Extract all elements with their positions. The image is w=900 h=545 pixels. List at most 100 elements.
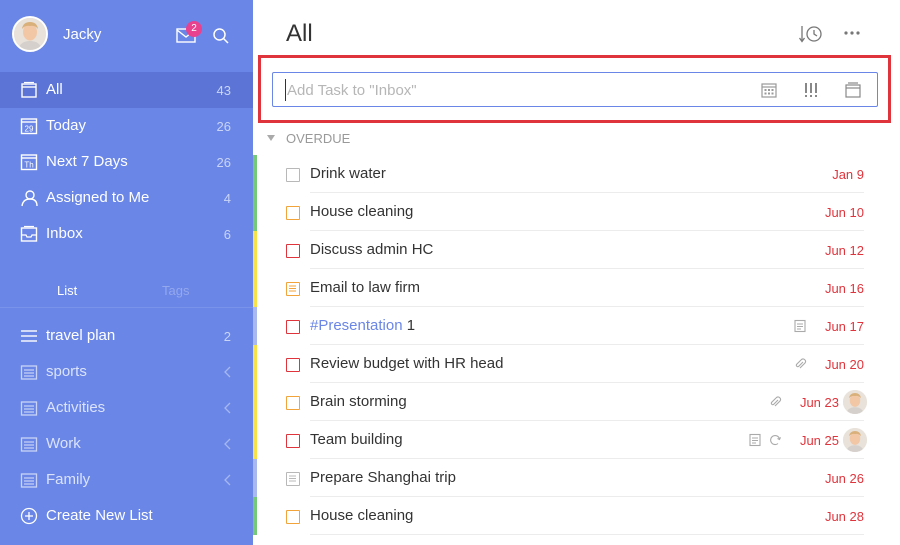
calendar-29-icon: 29: [20, 118, 38, 135]
task-title-text: Review budget with HR head: [310, 355, 504, 372]
task-tag[interactable]: #Presentation: [310, 317, 403, 334]
checklist-checkbox[interactable]: [286, 472, 300, 486]
nav-item-count: 6: [223, 227, 231, 242]
folder-icon: [20, 401, 38, 416]
task-checkbox[interactable]: [286, 434, 300, 448]
task-row[interactable]: Prepare Shanghai trip Jun 26: [253, 459, 900, 497]
nav-item-count: 43: [216, 83, 231, 98]
page-title: All: [286, 20, 313, 47]
list-folder-activities[interactable]: Activities: [0, 390, 253, 426]
tab-list[interactable]: List: [57, 283, 77, 298]
user-name[interactable]: Jacky: [63, 26, 101, 43]
list-color-bar: [253, 307, 257, 345]
move-to-list-icon[interactable]: [844, 81, 862, 99]
task-title[interactable]: Discuss admin HC: [310, 241, 433, 258]
task-title[interactable]: Brain storming: [310, 393, 407, 410]
list-item-label: travel plan: [46, 327, 116, 344]
task-checkbox[interactable]: [286, 244, 300, 258]
more-options-icon[interactable]: [843, 30, 861, 36]
tab-tags[interactable]: Tags: [162, 283, 189, 298]
chevron-left-icon[interactable]: [223, 438, 231, 450]
task-row[interactable]: Team building Jun 25: [253, 421, 900, 459]
task-title-text: Prepare Shanghai trip: [310, 469, 456, 486]
list-color-bar: [253, 421, 257, 459]
list-item-label: sports: [46, 363, 87, 380]
task-checkbox[interactable]: [286, 168, 300, 182]
task-row[interactable]: House cleaning Jun 28: [253, 497, 900, 535]
task-title[interactable]: Prepare Shanghai trip: [310, 469, 456, 486]
task-checkbox[interactable]: [286, 396, 300, 410]
nav-item-assigned-to-me[interactable]: Assigned to Me 4: [0, 180, 253, 216]
task-title-text: Discuss admin HC: [310, 241, 434, 258]
task-title[interactable]: Team building: [310, 431, 403, 448]
due-date-icon[interactable]: [760, 81, 778, 99]
search-icon[interactable]: [212, 27, 230, 45]
task-row[interactable]: Review budget with HR head Jun 20: [253, 345, 900, 383]
task-checkbox[interactable]: [286, 358, 300, 372]
list-color-bar: [253, 383, 257, 421]
task-title-text: Brain storming: [310, 393, 407, 410]
task-row[interactable]: House cleaning Jun 10: [253, 193, 900, 231]
priority-icon[interactable]: [802, 81, 820, 99]
nav-item-all[interactable]: All 43: [0, 72, 253, 108]
list-color-bar: [253, 345, 257, 383]
task-due-date: Jan 9: [832, 167, 864, 182]
nav-item-today[interactable]: 29 Today 26: [0, 108, 253, 144]
task-title-text: Team building: [310, 431, 403, 448]
checklist-checkbox[interactable]: [286, 282, 300, 296]
nav-item-count: 26: [216, 155, 231, 170]
list-folder-work[interactable]: Work: [0, 426, 253, 462]
list-item-label: Family: [46, 471, 91, 488]
task-row[interactable]: Drink water Jan 9: [253, 155, 900, 193]
add-task-input[interactable]: [285, 79, 745, 101]
collapse-triangle-icon[interactable]: [267, 135, 275, 141]
list-item-count: 2: [223, 329, 231, 344]
chevron-left-icon[interactable]: [223, 366, 231, 378]
task-checkbox[interactable]: [286, 510, 300, 524]
task-row[interactable]: Brain storming Jun 23: [253, 383, 900, 421]
chevron-left-icon[interactable]: [223, 402, 231, 414]
add-task-field[interactable]: [272, 72, 878, 107]
folder-icon: [20, 437, 38, 452]
nav-item-count: 4: [223, 191, 231, 206]
task-title[interactable]: House cleaning: [310, 507, 413, 524]
task-row[interactable]: #Presentation 1 Jun 17: [253, 307, 900, 345]
sort-by-date-icon[interactable]: [799, 24, 823, 44]
list-folder-sports[interactable]: sports: [0, 354, 253, 390]
chevron-left-icon[interactable]: [223, 474, 231, 486]
task-title[interactable]: Email to law firm: [310, 279, 420, 296]
task-due-date: Jun 20: [824, 357, 864, 372]
task-checkbox[interactable]: [286, 320, 300, 334]
list-folder-family[interactable]: Family: [0, 462, 253, 498]
task-title[interactable]: Review budget with HR head: [310, 355, 503, 372]
task-due-date: Jun 25: [799, 433, 839, 448]
assignee-avatar[interactable]: [843, 428, 867, 452]
create-new-list-label: Create New List: [46, 507, 153, 524]
task-title[interactable]: #Presentation 1: [310, 317, 415, 334]
task-title-text: 1: [402, 317, 416, 334]
note-icon: [793, 319, 807, 333]
user-avatar[interactable]: [12, 16, 48, 52]
create-new-list-button[interactable]: Create New List: [0, 498, 253, 534]
list-item-travel-plan[interactable]: travel plan 2: [0, 318, 253, 354]
list-lines-icon: [21, 330, 37, 342]
task-title[interactable]: House cleaning: [310, 203, 413, 220]
task-row[interactable]: Email to law firm Jun 16: [253, 269, 900, 307]
task-title-text: Drink water: [310, 165, 386, 182]
nav-item-label: Today: [46, 117, 87, 134]
svg-text:Th: Th: [24, 161, 33, 170]
task-title[interactable]: Drink water: [310, 165, 386, 182]
attachment-icon: [793, 357, 807, 371]
task-checkbox[interactable]: [286, 206, 300, 220]
nav-item-inbox[interactable]: Inbox 6: [0, 216, 253, 252]
task-title-text: House cleaning: [310, 203, 414, 220]
list-item-label: Activities: [46, 399, 106, 416]
nav-item-label: Next 7 Days: [46, 153, 128, 170]
list-item-label: Work: [46, 435, 81, 452]
main-panel: All OVERDUE Drink waterJan 9House cleani: [253, 0, 900, 545]
note-icon: [748, 433, 762, 447]
task-row[interactable]: Discuss admin HC Jun 12: [253, 231, 900, 269]
nav-item-next-7-days[interactable]: Th Next 7 Days 26: [0, 144, 253, 180]
folder-icon: [20, 365, 38, 380]
assignee-avatar[interactable]: [843, 390, 867, 414]
